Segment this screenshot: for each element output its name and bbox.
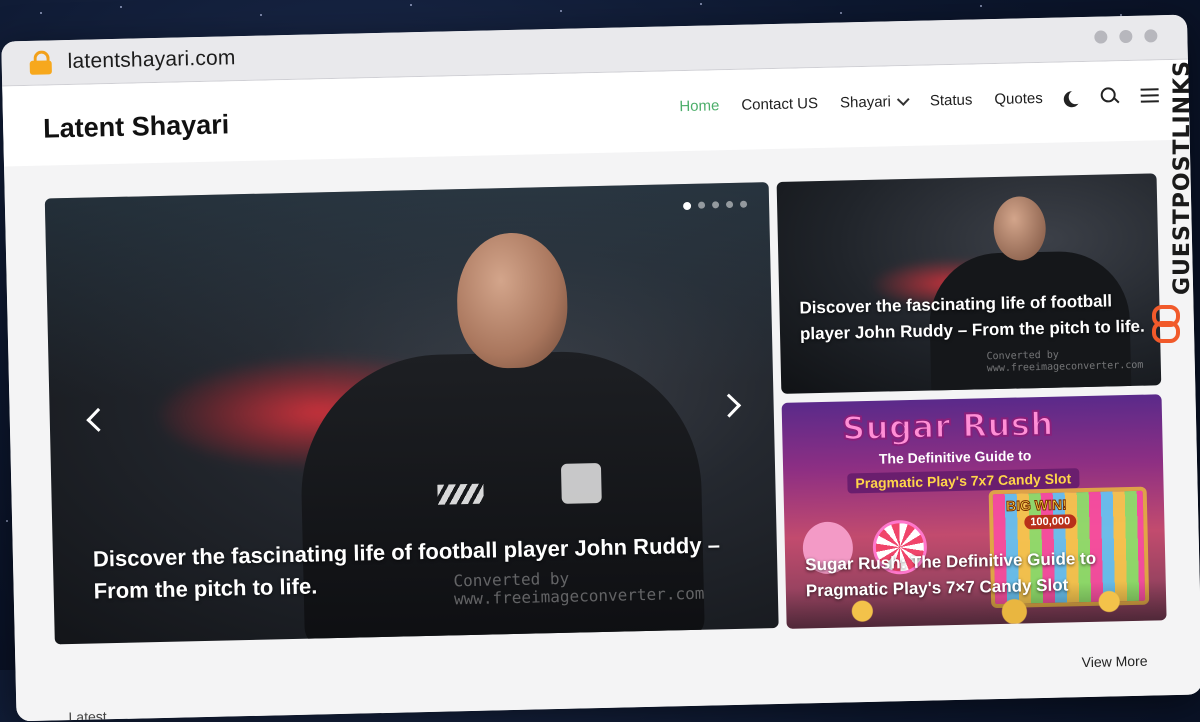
card-title[interactable]: Sugar Rush: The Definitive Guide to Prag… xyxy=(805,544,1156,604)
view-more-link[interactable]: View More xyxy=(1081,653,1147,670)
slider-dot[interactable] xyxy=(698,201,706,209)
chevron-down-icon xyxy=(896,92,910,106)
lock-icon xyxy=(29,50,52,75)
window-dot-icon[interactable] xyxy=(1144,29,1158,43)
featured-card[interactable]: Sugar Rush The Definitive Guide to Pragm… xyxy=(781,394,1167,629)
slider-dot[interactable] xyxy=(682,201,692,210)
chevron-left-icon[interactable] xyxy=(86,407,111,432)
hero-slider[interactable]: Converted by www.freeimageconverter.com … xyxy=(44,182,779,645)
slider-dot[interactable] xyxy=(739,200,748,208)
nav-item-home[interactable]: Home xyxy=(679,97,719,115)
search-icon[interactable] xyxy=(1101,87,1119,105)
window-controls xyxy=(1094,29,1158,44)
site-logo[interactable]: Latent Shayari xyxy=(43,109,230,144)
image-watermark: Converted by www.freeimageconverter.com xyxy=(986,349,1144,375)
featured-card[interactable]: Converted by www.freeimageconverter.com … xyxy=(776,173,1162,394)
card-title[interactable]: Discover the fascinating life of footbal… xyxy=(799,288,1150,348)
window-dot-icon[interactable] xyxy=(1094,30,1108,44)
window-dot-icon[interactable] xyxy=(1119,29,1133,44)
section-heading: Latest xyxy=(68,708,107,722)
main-nav: Home Contact US Shayari Status Quotes xyxy=(679,86,1159,115)
nav-item-contact-us[interactable]: Contact US xyxy=(741,94,818,113)
web-page: Latent Shayari Home Contact US Shayari S… xyxy=(2,59,1200,722)
slider-pagination xyxy=(682,200,748,210)
chevron-right-icon[interactable] xyxy=(717,393,742,418)
slider-dot[interactable] xyxy=(725,200,734,209)
nav-item-quotes[interactable]: Quotes xyxy=(994,89,1043,107)
nav-item-status[interactable]: Status xyxy=(930,91,973,109)
card-image-banner: Sugar Rush xyxy=(841,404,1055,449)
link-icon xyxy=(1152,305,1180,345)
slider-dot[interactable] xyxy=(711,201,720,209)
nav-item-shayari[interactable]: Shayari xyxy=(840,92,910,111)
moon-icon[interactable] xyxy=(1069,90,1083,104)
address-bar[interactable]: latentshayari.com xyxy=(67,46,235,74)
browser-window: latentshayari.com Latent Shayari Home Co… xyxy=(1,14,1200,722)
side-watermark: GUESTPOSTLINKS xyxy=(1148,60,1195,360)
